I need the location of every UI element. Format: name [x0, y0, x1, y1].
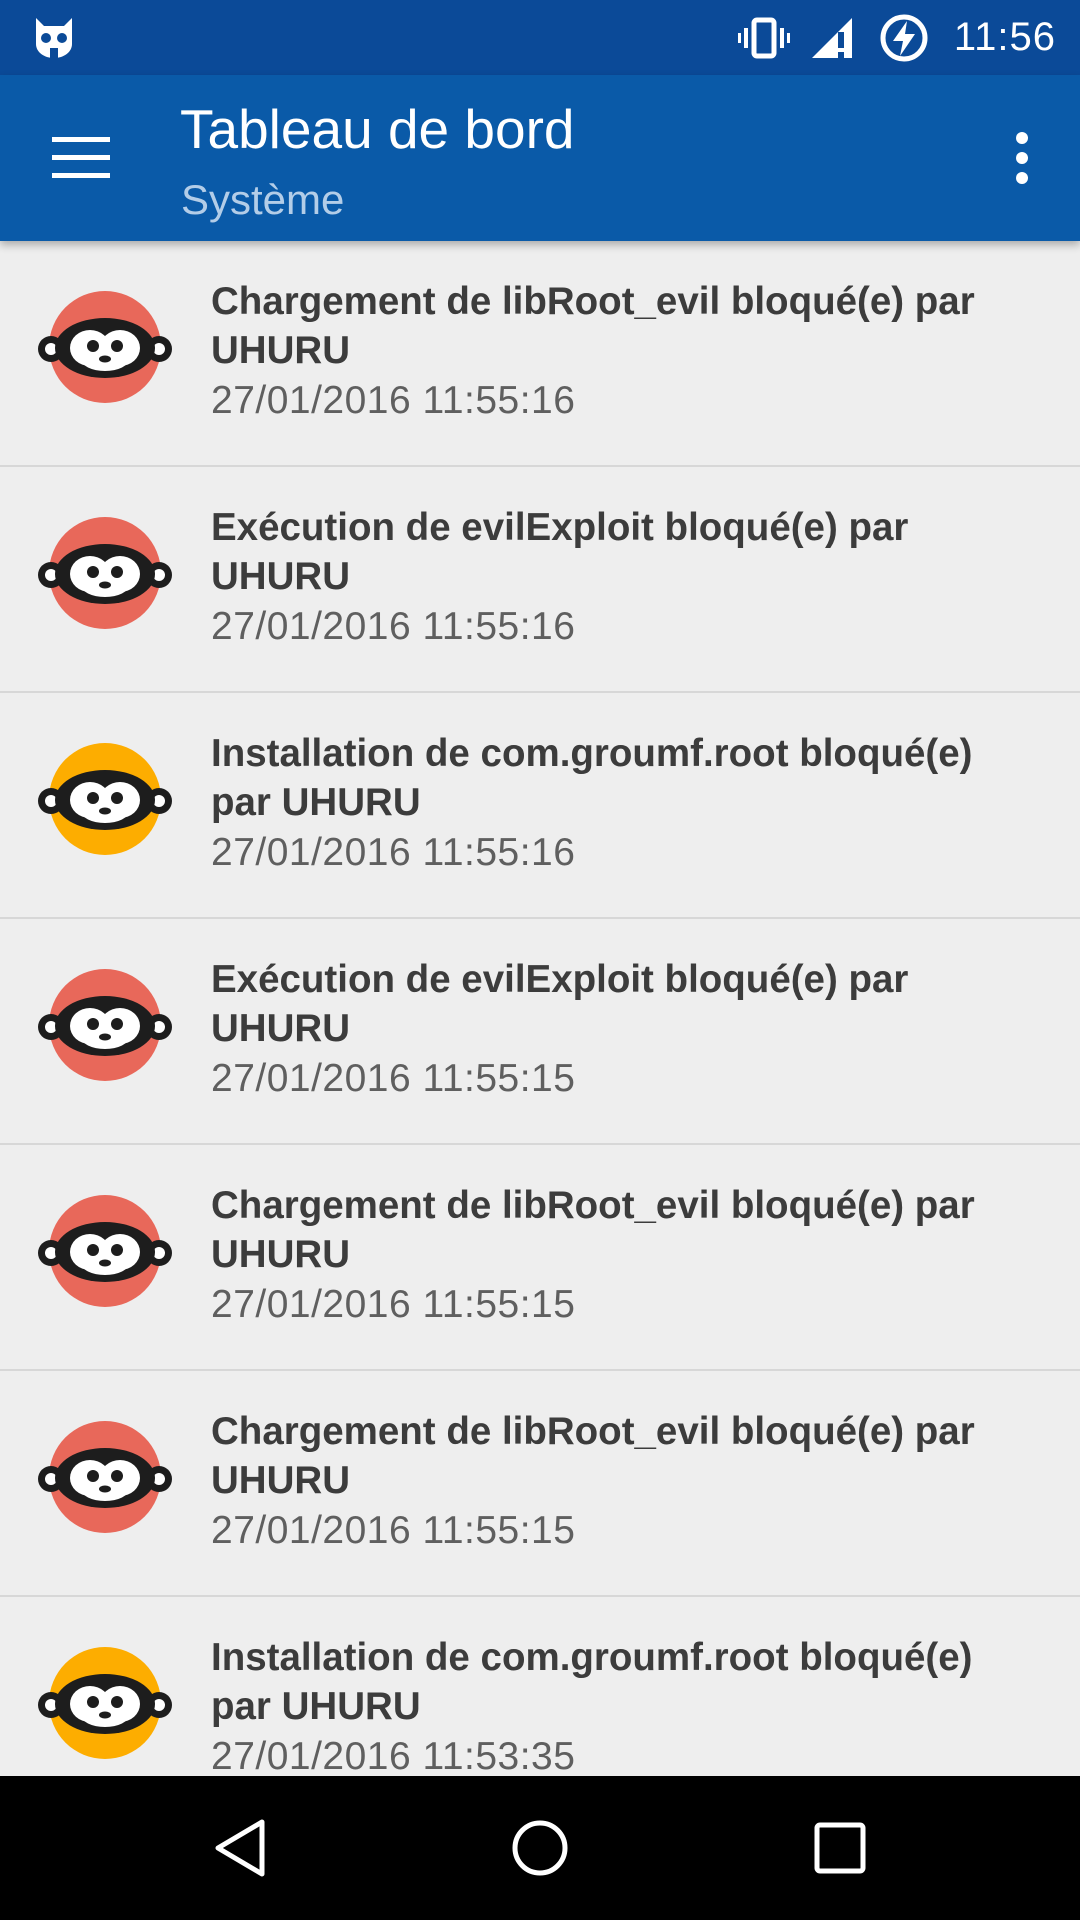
overflow-menu-icon[interactable]	[986, 115, 1058, 201]
page-subtitle: Système	[181, 176, 345, 223]
event-date: 27/01/2016 11:55:16	[211, 831, 576, 874]
list-item[interactable]: Exécution de evilExploit bloqué(e) par U…	[0, 919, 1080, 1145]
event-date: 27/01/2016 11:55:15	[211, 1057, 576, 1100]
list-item[interactable]: Chargement de libRoot_evil bloqué(e) par…	[0, 241, 1080, 467]
event-title: Chargement de libRoot_evil bloqué(e) par…	[211, 1410, 975, 1502]
event-title: Exécution de evilExploit bloqué(e) par U…	[211, 958, 909, 1050]
event-title: Exécution de evilExploit bloqué(e) par U…	[211, 506, 909, 598]
event-title: Installation de com.groumf.root bloqué(e…	[211, 1636, 973, 1728]
navigation-bar	[0, 1776, 1080, 1920]
uhuru-monkey-icon	[38, 1421, 172, 1533]
recents-icon[interactable]	[790, 1798, 890, 1898]
status-bar: 11:56	[0, 0, 1080, 75]
home-icon[interactable]	[490, 1798, 590, 1898]
list-item[interactable]: Exécution de evilExploit bloqué(e) par U…	[0, 467, 1080, 693]
status-time: 11:56	[953, 15, 1056, 59]
uhuru-monkey-icon	[38, 1647, 172, 1759]
list-item[interactable]: Installation de com.groumf.root bloqué(e…	[0, 1597, 1080, 1776]
vibrate-icon	[737, 12, 790, 64]
uhuru-monkey-icon	[38, 517, 172, 629]
event-date: 27/01/2016 11:55:15	[211, 1509, 576, 1552]
hamburger-menu-icon[interactable]	[38, 115, 124, 201]
list-item[interactable]: Installation de com.groumf.root bloqué(e…	[0, 693, 1080, 919]
event-date: 27/01/2016 11:53:35	[211, 1735, 576, 1776]
event-title: Chargement de libRoot_evil bloqué(e) par…	[211, 1184, 975, 1276]
event-title: Chargement de libRoot_evil bloqué(e) par…	[211, 280, 975, 372]
event-date: 27/01/2016 11:55:16	[211, 379, 576, 422]
uhuru-monkey-icon	[38, 1195, 172, 1307]
app-bar: Tableau de bord Système	[0, 75, 1080, 241]
cat-notification-icon	[30, 14, 78, 62]
page-title: Tableau de bord	[180, 98, 575, 160]
list-item[interactable]: Chargement de libRoot_evil bloqué(e) par…	[0, 1145, 1080, 1371]
back-icon[interactable]	[190, 1798, 290, 1898]
signal-icon	[808, 12, 860, 64]
event-date: 27/01/2016 11:55:15	[211, 1283, 576, 1326]
uhuru-monkey-icon	[38, 969, 172, 1081]
uhuru-monkey-icon	[38, 291, 172, 403]
event-title: Installation de com.groumf.root bloqué(e…	[211, 732, 973, 824]
uhuru-monkey-icon	[38, 743, 172, 855]
battery-charging-icon	[878, 12, 930, 64]
event-date: 27/01/2016 11:55:16	[211, 605, 576, 648]
list-item[interactable]: Chargement de libRoot_evil bloqué(e) par…	[0, 1371, 1080, 1597]
event-list[interactable]: Chargement de libRoot_evil bloqué(e) par…	[0, 241, 1080, 1776]
